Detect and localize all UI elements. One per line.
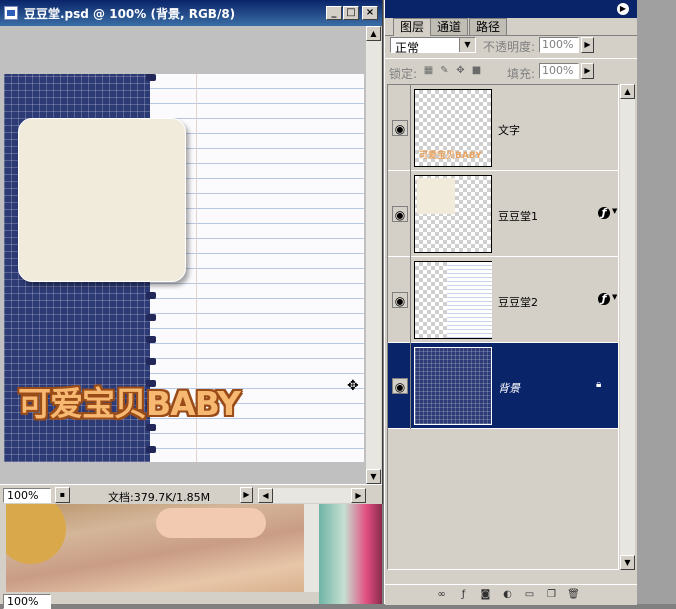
fx-icon[interactable]: ƒ [598,207,610,219]
layer-thumbnail[interactable] [414,175,492,253]
fill-label: 填充: [507,67,536,81]
layers-panel: ▶ 图层 通道 路径 正常 ▼ 不透明度: 100% ▶ 锁定: ▦ ✎ ✥ ■… [384,0,637,605]
lock-label: 锁定: [389,67,418,81]
expand-effects-icon[interactable]: ▼ [612,207,617,215]
eye-icon[interactable]: ◉ [392,292,408,308]
workspace-background [637,0,676,604]
link-icon[interactable]: ∞ [435,589,448,601]
lock-position-icon[interactable]: ✥ [455,65,466,76]
layer-name[interactable]: 背景 [498,380,520,396]
zoom-menu-button[interactable]: ▪ [55,487,70,503]
link-column [410,257,411,343]
scroll-down-button[interactable]: ▼ [620,555,635,570]
layer-row-doudoutang1[interactable]: ◉ 豆豆堂1 ƒ ▼ [388,171,618,257]
artwork-title-text: 可爱宝贝BABY [18,384,241,423]
blend-mode-select[interactable]: 正常 ▼ [390,37,476,55]
status-menu-arrow[interactable]: ▶ [240,487,253,503]
blend-mode-value: 正常 [395,41,420,55]
binder-hole [146,74,156,81]
document-status-bar: 100% ▪ 文档:379.7K/1.85M ▶ ◀ ▶ [0,484,382,505]
opacity-field[interactable]: 100% [539,37,579,53]
opacity-slider-button[interactable]: ▶ [581,37,594,53]
move-cursor-icon: ✥ [347,378,359,394]
binder-hole [146,292,156,299]
binder-hole [146,358,156,365]
link-column [410,85,411,171]
panel-menu-button[interactable]: ▶ [617,3,629,15]
mask-icon[interactable]: ◙ [479,589,492,601]
binder-hole [146,314,156,321]
scroll-left-button[interactable]: ◀ [258,488,273,503]
chevron-down-icon[interactable]: ▼ [459,38,475,52]
photo-arm-region [156,508,266,538]
layer-name[interactable]: 豆豆堂1 [498,208,538,224]
scroll-down-button[interactable]: ▼ [366,469,381,484]
lock-all-icon[interactable]: ■ [471,65,482,76]
layer-row-background[interactable]: ◉ 背景 🔒︎ [388,343,618,429]
cream-rounded-panel [18,118,186,282]
layer-row-doudoutang2[interactable]: ◉ 豆豆堂2 ƒ ▼ [388,257,618,343]
close-button[interactable]: × [362,6,378,20]
lock-pixels-icon[interactable]: ✎ [439,65,450,76]
tab-paths[interactable]: 路径 [469,18,508,35]
lock-transparency-icon[interactable]: ▦ [423,65,434,76]
photo-hair-region [6,504,66,564]
document-title-bar[interactable]: 豆豆堂.psd @ 100% (背景, RGB/8) _ □ × [0,0,382,26]
layers-scrollbar[interactable]: ▲ ▼ [620,84,635,570]
scroll-up-button[interactable]: ▲ [620,84,635,99]
eye-icon[interactable]: ◉ [392,206,408,222]
maximize-button[interactable]: □ [343,6,359,20]
binder-hole [146,424,156,431]
document-title: 豆豆堂.psd @ 100% (背景, RGB/8) [24,7,236,21]
expand-effects-icon[interactable]: ▼ [612,293,617,301]
photoshop-document-icon [4,6,18,20]
layers-panel-footer: ∞ ƒ ◙ ◐ ▭ ❐ 🗑︎ [385,584,637,605]
photo-zoom-field[interactable]: 100% [3,594,51,609]
opacity-label: 不透明度: [483,40,536,54]
thumbnail-paper-shape [447,262,492,338]
fill-slider-button[interactable]: ▶ [581,63,594,79]
canvas-artwork[interactable]: 可爱宝贝BABY [4,74,364,462]
layer-name[interactable]: 文字 [498,122,520,138]
link-column [410,343,411,429]
layer-thumbnail[interactable] [414,347,492,425]
tab-channels[interactable]: 通道 [430,18,469,35]
eye-icon[interactable]: ◉ [392,378,408,394]
layer-list: ◉ 可爱宝贝BABY 文字 ◉ 豆豆堂1 ƒ ▼ ◉ 豆豆堂2 ƒ ▼ ◉ 背景… [387,84,619,570]
canvas-area[interactable]: 可爱宝贝BABY ✥ [0,26,366,484]
photo-window-edge [319,504,382,604]
horizontal-scrollbar[interactable]: ◀ ▶ [258,488,366,503]
adjustment-icon[interactable]: ◐ [501,589,514,601]
panel-title-bar[interactable]: ▶ [385,0,637,18]
link-column [410,171,411,257]
fx-icon[interactable]: ƒ [598,293,610,305]
lock-icon: 🔒︎ [596,379,602,390]
layer-thumbnail[interactable] [414,261,492,339]
folder-icon[interactable]: ▭ [523,589,536,601]
fx-icon[interactable]: ƒ [457,589,470,601]
document-window: 豆豆堂.psd @ 100% (背景, RGB/8) _ □ × 可爱宝贝BAB… [0,0,383,505]
baby-photo-canvas[interactable] [6,504,304,592]
new-layer-icon[interactable]: ❐ [545,589,558,601]
trash-icon[interactable]: 🗑︎ [567,589,580,601]
minimize-button[interactable]: _ [326,6,342,20]
photo-vertical-scrollbar[interactable] [304,504,319,592]
layer-thumbnail[interactable]: 可爱宝贝BABY [414,89,492,167]
binder-hole [146,336,156,343]
tab-layers[interactable]: 图层 [393,18,432,36]
zoom-field[interactable]: 100% [3,488,51,503]
layer-name[interactable]: 豆豆堂2 [498,294,538,310]
eye-icon[interactable]: ◉ [392,120,408,136]
binder-hole [146,446,156,453]
vertical-scrollbar[interactable]: ▲ ▼ [366,26,381,484]
scroll-up-button[interactable]: ▲ [366,26,381,41]
fill-field[interactable]: 100% [539,63,579,79]
panel-divider [385,58,637,59]
document-size-status: 文档:379.7K/1.85M [108,491,211,504]
photo-document-window[interactable]: 100% [0,504,382,609]
layer-row-text[interactable]: ◉ 可爱宝贝BABY 文字 [388,85,618,171]
thumbnail-text: 可爱宝贝BABY [419,151,482,161]
scroll-right-button[interactable]: ▶ [351,488,366,503]
thumbnail-cream-shape [417,178,455,214]
